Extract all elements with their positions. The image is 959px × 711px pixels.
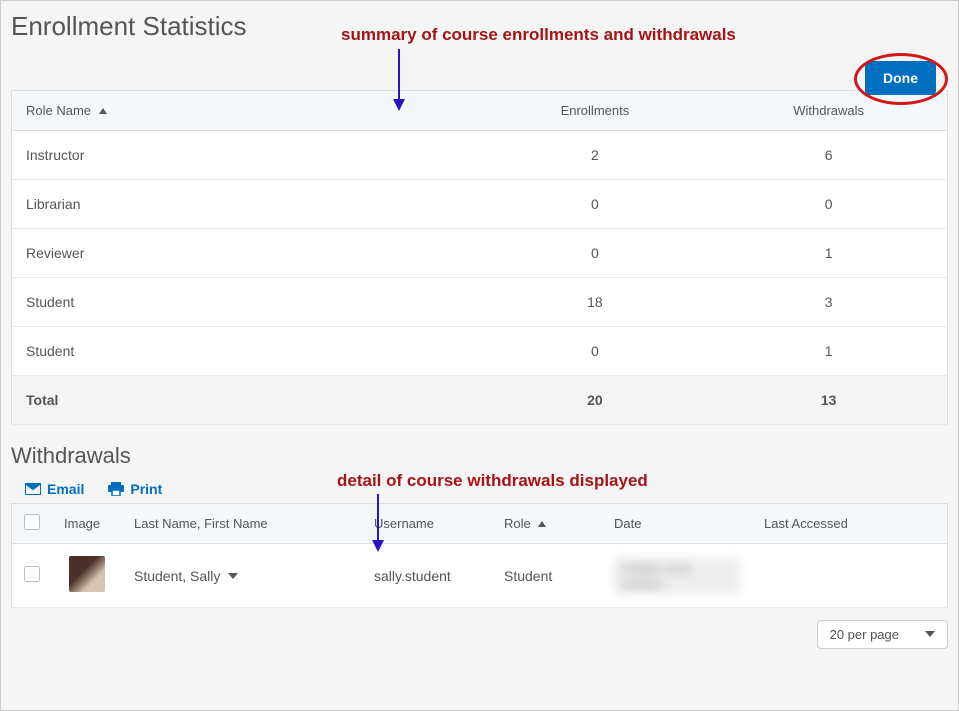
email-icon [25,483,41,495]
email-button[interactable]: Email [25,481,84,497]
page-title: Enrollment Statistics [11,11,948,42]
role-cell: Reviewer [12,229,480,278]
enrollments-cell: 2 [480,131,711,180]
sort-ascending-icon [99,108,107,114]
per-page-label: 20 per page [830,627,899,642]
print-label: Print [130,481,162,497]
email-label: Email [47,481,84,497]
total-label: Total [12,376,480,425]
total-withdrawals: 13 [710,376,947,425]
row-checkbox[interactable] [24,566,40,582]
column-last-accessed[interactable]: Last Accessed [752,504,948,544]
withdrawals-table: Image Last Name, First Name Username Rol… [11,503,948,608]
redacted-date: hidden text hidden [614,558,740,594]
enrollments-cell: 0 [480,229,711,278]
row-role-cell: Student [492,544,602,608]
row-username-cell: sally.student [362,544,492,608]
row-last-accessed-cell [752,544,948,608]
role-cell: Librarian [12,180,480,229]
column-last-first-name[interactable]: Last Name, First Name [122,504,362,544]
per-page-dropdown[interactable]: 20 per page [817,620,948,649]
table-row: Student, Sally sally.studentStudent hidden… [12,544,948,608]
enrollments-cell: 0 [480,327,711,376]
role-cell: Student [12,278,480,327]
withdrawals-cell: 1 [710,229,947,278]
table-row: Student01 [12,327,948,376]
total-enrollments: 20 [480,376,711,425]
row-image-cell [52,544,122,608]
print-button[interactable]: Print [108,481,162,497]
withdrawals-cell: 6 [710,131,947,180]
sort-ascending-icon [538,521,546,527]
column-select-all[interactable] [12,504,53,544]
column-role[interactable]: Role [492,504,602,544]
column-role-label: Role [504,516,531,531]
row-date-cell: hidden text hidden [602,544,752,608]
column-username[interactable]: Username [362,504,492,544]
print-icon [108,482,124,496]
chevron-down-icon [228,566,238,582]
enrollments-cell: 18 [480,278,711,327]
table-row: Student183 [12,278,948,327]
table-row: Instructor26 [12,131,948,180]
withdrawals-cell: 3 [710,278,947,327]
row-select-cell [12,544,53,608]
withdrawals-heading: Withdrawals [11,443,948,469]
withdrawals-action-bar: Email Print [11,481,948,497]
column-image: Image [52,504,122,544]
table-row: Reviewer01 [12,229,948,278]
total-row: Total2013 [12,376,948,425]
role-cell: Instructor [12,131,480,180]
done-button[interactable]: Done [865,61,936,95]
column-role-label: Role Name [26,103,91,118]
column-withdrawals[interactable]: Withdrawals [710,91,947,131]
enrollment-stats-table: Role Name Enrollments Withdrawals Instru… [11,90,948,425]
enrollments-cell: 0 [480,180,711,229]
withdrawals-cell: 0 [710,180,947,229]
avatar [69,556,105,592]
column-role-name[interactable]: Role Name [12,91,480,131]
withdrawals-cell: 1 [710,327,947,376]
column-date[interactable]: Date [602,504,752,544]
row-name: Student, Sally [134,568,220,584]
table-row: Librarian00 [12,180,948,229]
column-enrollments[interactable]: Enrollments [480,91,711,131]
select-all-checkbox[interactable] [24,514,40,530]
role-cell: Student [12,327,480,376]
chevron-down-icon [925,625,935,640]
row-name-cell[interactable]: Student, Sally [122,544,362,608]
